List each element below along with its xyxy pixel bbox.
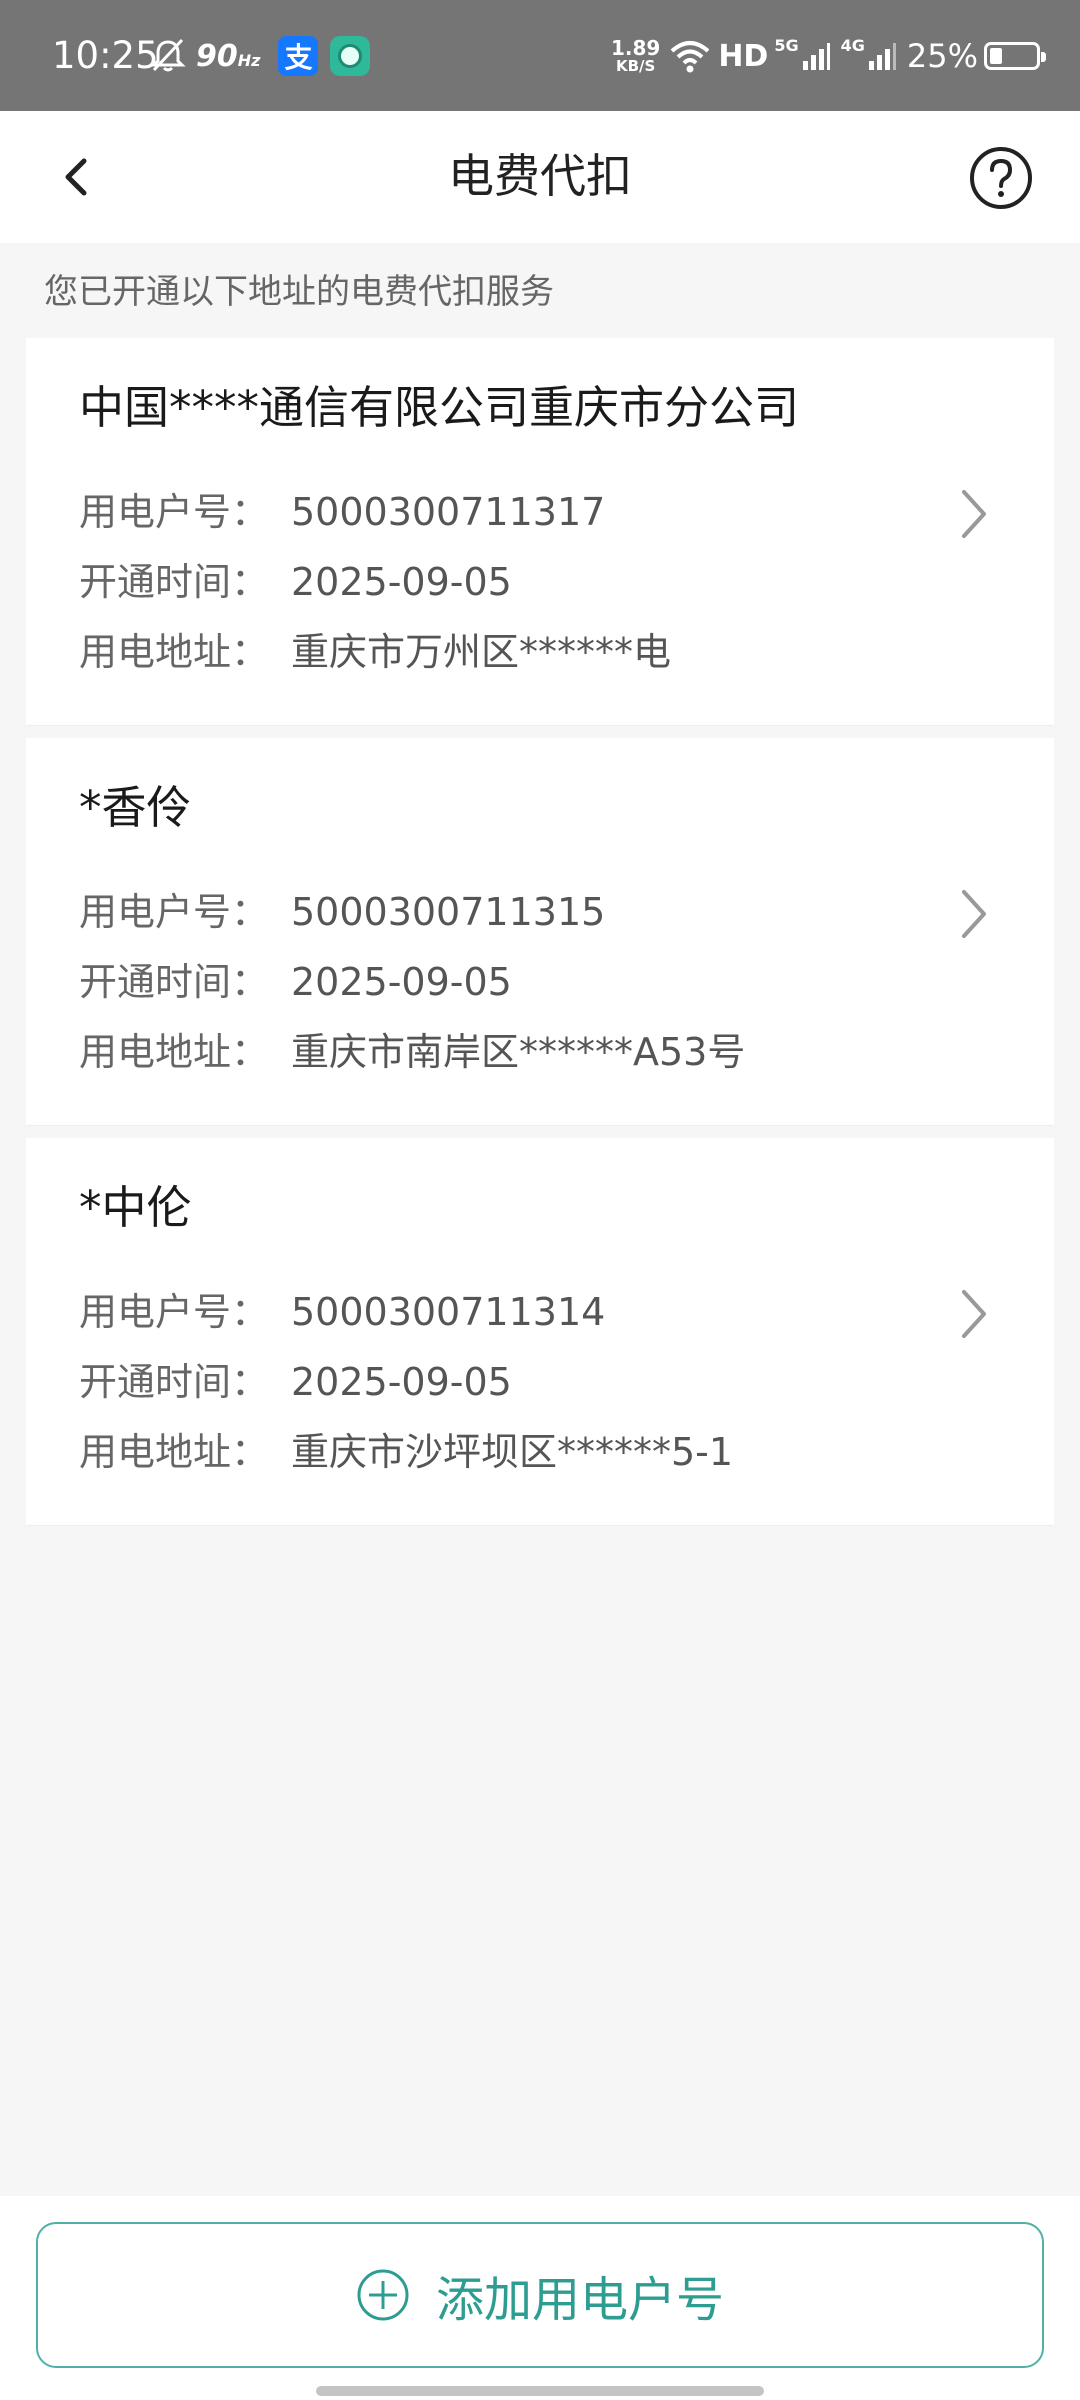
account-number-value: 5000300711314 (291, 1290, 606, 1334)
network-4g-label: 4G (840, 36, 865, 55)
network-5g-label: 5G (774, 36, 799, 55)
bottom-bar: 添加用电户号 (0, 2196, 1080, 2400)
address-label: 用电地址： (79, 630, 270, 674)
open-date-label: 开通时间： (79, 1360, 270, 1404)
question-circle-icon[interactable] (968, 145, 1034, 211)
account-number-row: 用电户号： 5000300711317 (79, 484, 605, 540)
account-number-label: 用电户号： (79, 890, 270, 934)
address-value: 重庆市沙坪坝区******5-1 (291, 1430, 734, 1474)
chevron-right-icon[interactable] (954, 884, 994, 944)
account-holder-name: *中伦 (79, 1181, 192, 1234)
add-account-label: 添加用电户号 (435, 2272, 724, 2328)
account-number-value: 5000300711317 (291, 490, 606, 534)
battery-icon (984, 42, 1046, 70)
bell-muted-icon (150, 38, 186, 72)
address-label: 用电地址： (79, 1430, 270, 1474)
account-card[interactable]: *中伦 用电户号： 5000300711314 开通时间： 2025-09-05… (26, 1138, 1054, 1526)
battery-percent: 25% (906, 37, 978, 75)
open-date-row: 开通时间： 2025-09-05 (79, 1354, 512, 1410)
signal-5g-icon (802, 43, 830, 70)
address-row: 用电地址： 重庆市沙坪坝区******5-1 (79, 1424, 733, 1480)
network-speed: 1.89 KB/S (611, 38, 660, 74)
hd-voice-label: HD (718, 38, 769, 74)
address-value: 重庆市万州区******电 (291, 630, 672, 674)
add-account-button[interactable]: 添加用电户号 (36, 2222, 1044, 2368)
status-time: 10:25 (52, 34, 159, 77)
account-card[interactable]: *香伶 用电户号： 5000300711315 开通时间： 2025-09-05… (26, 738, 1054, 1126)
status-right-icons: 1.89 KB/S HD 5G 4G 25% (611, 30, 1046, 82)
account-card[interactable]: 中国****通信有限公司重庆市分公司 用电户号： 5000300711317 开… (26, 338, 1054, 726)
address-row: 用电地址： 重庆市万州区******电 (79, 624, 671, 680)
account-number-label: 用电户号： (79, 490, 270, 534)
open-date-value: 2025-09-05 (291, 960, 512, 1004)
open-date-row: 开通时间： 2025-09-05 (79, 954, 512, 1010)
home-indicator[interactable] (316, 2386, 764, 2396)
wifi-icon (671, 41, 710, 73)
network-speed-unit: KB/S (615, 57, 656, 75)
page-title: 电费代扣 (448, 149, 632, 203)
address-row: 用电地址： 重庆市南岸区******A53号 (79, 1024, 745, 1080)
open-date-value: 2025-09-05 (291, 560, 512, 604)
alipay-icon: 支 (278, 36, 319, 76)
open-date-label: 开通时间： (79, 560, 270, 604)
chevron-right-icon[interactable] (954, 1284, 994, 1344)
network-speed-value: 1.89 (610, 36, 661, 60)
signal-4g-icon (868, 43, 896, 70)
account-number-value: 5000300711315 (291, 890, 606, 934)
chevron-right-icon[interactable] (954, 484, 994, 544)
account-number-row: 用电户号： 5000300711314 (79, 1284, 605, 1340)
status-left-icons: 90Hz 支 (148, 30, 371, 82)
account-number-row: 用电户号： 5000300711315 (79, 884, 605, 940)
address-label: 用电地址： (79, 1030, 270, 1074)
account-list: 中国****通信有限公司重庆市分公司 用电户号： 5000300711317 开… (26, 338, 1054, 1538)
address-value: 重庆市南岸区******A53号 (291, 1030, 746, 1074)
open-date-label: 开通时间： (79, 960, 270, 1004)
open-date-value: 2025-09-05 (291, 1360, 512, 1404)
refresh-rate-value: 90 (196, 38, 238, 74)
account-number-label: 用电户号： (79, 1290, 270, 1334)
open-date-row: 开通时间： 2025-09-05 (79, 554, 512, 610)
refresh-rate: 90Hz (196, 39, 260, 74)
account-holder-name: *香伶 (79, 781, 192, 834)
plus-circle-icon (357, 2269, 409, 2321)
service-description: 您已开通以下地址的电费代扣服务 (44, 272, 554, 312)
account-holder-name: 中国****通信有限公司重庆市分公司 (79, 381, 800, 434)
refresh-rate-unit: Hz (237, 50, 261, 70)
app-notification-icon (330, 36, 371, 76)
status-bar: 10:25 90Hz 支 1.89 KB/S HD 5G 4G 25% (0, 0, 1080, 111)
nav-bar: 电费代扣 (0, 111, 1080, 243)
